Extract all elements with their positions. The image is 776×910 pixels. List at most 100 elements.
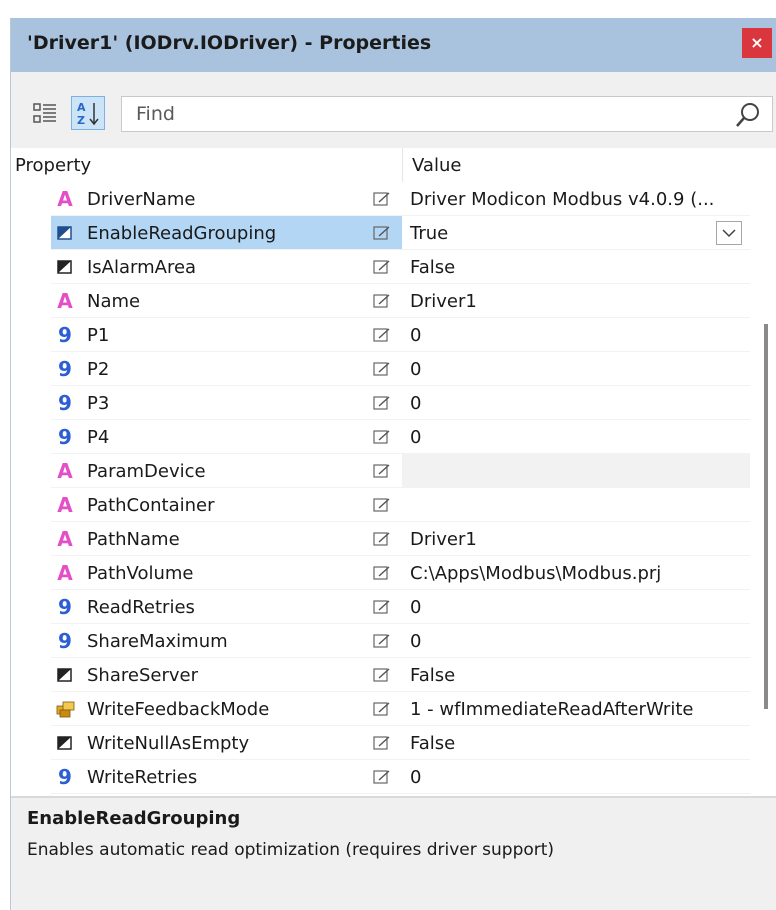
close-icon[interactable]: × [750,33,763,52]
value-dropdown-button[interactable] [716,221,742,245]
find-input[interactable] [136,102,696,126]
close-button[interactable]: × [742,28,772,58]
property-name-cell[interactable]: 9 P3 [51,386,402,420]
property-value-cell[interactable]: 0 [402,624,750,658]
property-row[interactable]: A PathVolume C:\Apps\Modbus\Modbus.prj [11,556,751,590]
property-value-cell[interactable]: 0 [402,352,750,386]
property-name-cell[interactable]: 9 ReadRetries [51,590,402,624]
property-name-cell[interactable]: 9 P2 [51,352,402,386]
boolean-type-icon [57,226,72,240]
property-name-cell[interactable]: WriteFeedbackMode [51,692,402,726]
text-type-icon: A [57,187,73,211]
edit-icon[interactable] [373,599,391,615]
chevron-down-icon[interactable] [717,222,741,244]
edit-icon[interactable] [373,701,391,717]
property-name-cell[interactable]: 9 P1 [51,318,402,352]
edit-icon[interactable] [373,565,391,581]
property-row[interactable]: 9 WriteRetries 0 [11,760,751,794]
property-name-cell[interactable]: A PathName [51,522,402,556]
property-row[interactable]: 9 P1 0 [11,318,751,352]
property-column-header[interactable]: Property [15,155,91,176]
column-divider[interactable] [402,148,403,182]
property-value-cell[interactable]: Driver1 [402,284,750,318]
vertical-scrollbar[interactable] [764,324,768,709]
property-name-cell[interactable]: 9 ShareMaximum [51,624,402,658]
property-row[interactable]: EnableReadGrouping True [11,216,751,250]
property-name-cell[interactable]: A PathVolume [51,556,402,590]
property-value-cell[interactable]: True [402,216,750,250]
property-name-cell[interactable]: IsAlarmArea [51,250,402,284]
alphabetical-sort-button[interactable]: A Z [71,96,105,130]
edit-icon[interactable] [373,633,391,649]
property-name-cell[interactable]: 9 P4 [51,420,402,454]
property-value-cell[interactable] [402,488,750,522]
property-value-cell[interactable]: False [402,726,750,760]
property-row[interactable]: 9 P3 0 [11,386,751,420]
property-value-cell[interactable] [402,454,750,488]
property-name-cell[interactable]: 9 WriteRetries [51,760,402,794]
property-name: ParamDevice [87,461,206,482]
property-name-cell[interactable]: A ParamDevice [51,454,402,488]
property-value-cell[interactable]: Driver Modicon Modbus v4.0.9 (... [402,182,750,216]
edit-icon[interactable] [373,293,391,309]
property-row[interactable]: IsAlarmArea False [11,250,751,284]
property-name-cell[interactable]: WriteNullAsEmpty [51,726,402,760]
edit-icon[interactable] [373,259,391,275]
property-value: C:\Apps\Modbus\Modbus.prj [410,563,662,584]
text-type-icon: A [57,493,73,517]
row-gutter [11,216,51,250]
edit-icon[interactable] [373,463,391,479]
find-box[interactable] [121,96,773,132]
property-row[interactable]: A PathContainer [11,488,751,522]
property-value-cell[interactable]: C:\Apps\Modbus\Modbus.prj [402,556,750,590]
edit-icon[interactable] [373,361,391,377]
property-value-cell[interactable]: 0 [402,590,750,624]
property-value-cell[interactable]: False [402,658,750,692]
edit-icon[interactable] [373,395,391,411]
property-row[interactable]: 9 ShareMaximum 0 [11,624,751,658]
sort-alphabetical-icon[interactable]: A Z [72,97,104,129]
categorized-view-icon[interactable] [28,96,62,130]
edit-icon[interactable] [373,225,391,241]
property-row[interactable]: 9 P2 0 [11,352,751,386]
property-row[interactable]: A Name Driver1 [11,284,751,318]
property-name-cell[interactable]: ShareServer [51,658,402,692]
categorized-view-button[interactable] [28,96,62,130]
property-value-cell[interactable]: 0 [402,318,750,352]
property-name-cell[interactable]: A Name [51,284,402,318]
search-icon[interactable] [734,101,762,129]
property-row[interactable]: A DriverName Driver Modicon Modbus v4.0.9 … [11,182,751,216]
edit-icon[interactable] [373,191,391,207]
property-name-cell[interactable]: A DriverName [51,182,402,216]
property-value-cell[interactable]: 1 - wfImmediateReadAfterWrite [402,692,750,726]
property-value-cell[interactable]: 0 [402,420,750,454]
property-row[interactable]: ShareServer False [11,658,751,692]
edit-icon[interactable] [373,429,391,445]
property-name-cell[interactable]: A PathContainer [51,488,402,522]
property-value-cell[interactable]: Driver1 [402,522,750,556]
description-splitter[interactable] [11,796,776,798]
property-row[interactable]: WriteNullAsEmpty False [11,726,751,760]
property-row[interactable]: A ParamDevice [11,454,751,488]
toolbar: A Z [11,72,776,148]
property-row[interactable]: WriteFeedbackMode 1 - wfImmediateReadAfte… [11,692,751,726]
number-type-icon: 9 [58,323,72,347]
title-bar[interactable]: 'Driver1' (IODrv.IODriver) - Properties … [11,18,776,72]
property-row[interactable]: A PathName Driver1 [11,522,751,556]
property-value-cell[interactable]: 0 [402,760,750,794]
edit-icon[interactable] [373,735,391,751]
edit-icon[interactable] [373,497,391,513]
row-gutter [11,182,51,216]
value-column-header[interactable]: Value [412,155,461,176]
edit-icon[interactable] [373,327,391,343]
property-value-cell[interactable]: False [402,250,750,284]
property-name-cell[interactable]: EnableReadGrouping [51,216,402,250]
text-type-icon: A [57,561,73,585]
edit-icon[interactable] [373,769,391,785]
edit-icon[interactable] [373,531,391,547]
property-value-cell[interactable]: 0 [402,386,750,420]
property-value: 0 [410,359,422,380]
property-row[interactable]: 9 P4 0 [11,420,751,454]
edit-icon[interactable] [373,667,391,683]
property-row[interactable]: 9 ReadRetries 0 [11,590,751,624]
